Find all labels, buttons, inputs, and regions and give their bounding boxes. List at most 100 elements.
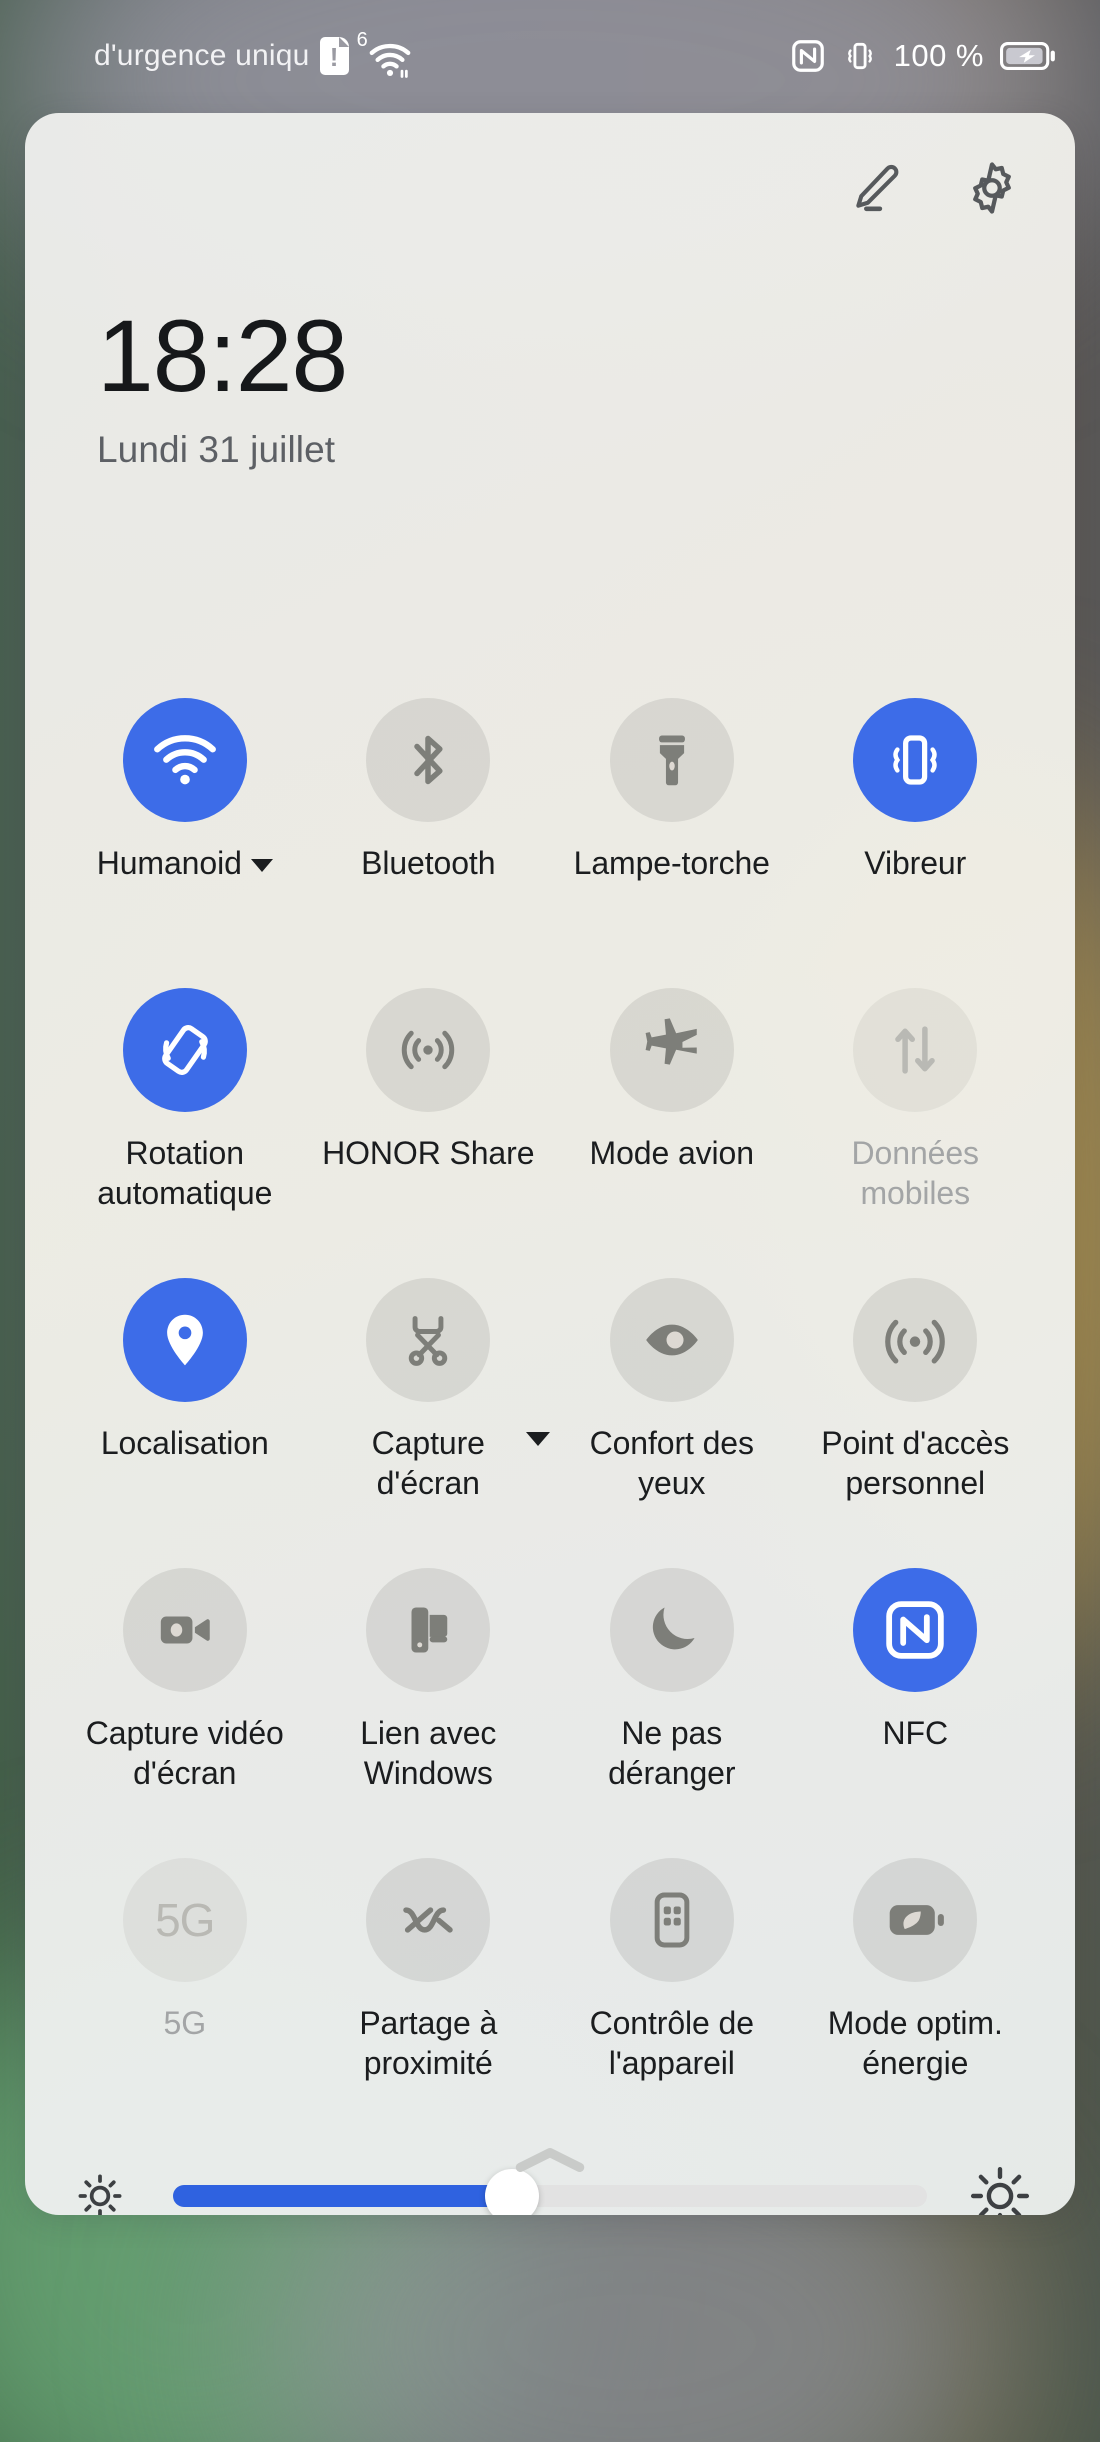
tile-eye-comfort[interactable]: Confort des yeux xyxy=(526,1278,794,1568)
location-pin-icon xyxy=(152,1307,218,1373)
tile-label-honor-share: HONOR Share xyxy=(322,1135,535,1171)
tile-screen-recorder[interactable]: Capture vidéo d'écran xyxy=(63,1568,307,1858)
video-camera-icon xyxy=(152,1597,218,1663)
brightness-low-icon xyxy=(65,2171,135,2215)
tile-label-bluetooth: Bluetooth xyxy=(361,845,496,881)
flashlight-icon xyxy=(639,727,705,793)
tile-circle-vibrate xyxy=(853,698,978,822)
tile-device-control[interactable]: Contrôle de l'appareil xyxy=(550,1858,794,2148)
tile-circle-hotspot xyxy=(853,1278,978,1402)
tile-nearby-share[interactable]: Partage à proximité xyxy=(307,1858,551,2148)
tile-label-hotspot: Point d'accès personnel xyxy=(821,1425,1010,1501)
tile-hotspot[interactable]: Point d'accès personnel xyxy=(794,1278,1038,1568)
nfc-icon xyxy=(882,1597,948,1663)
tile-circle-bluetooth xyxy=(366,698,491,822)
tile-link-to-windows[interactable]: Lien avec Windows xyxy=(307,1568,551,1858)
tile-power-saving[interactable]: Mode optim. énergie xyxy=(794,1858,1038,2148)
quick-settings-tiles-grid: Humanoid Bluetooth Lampe-torche Vibreur Rota… xyxy=(63,698,1037,2148)
tile-circle-screenshot xyxy=(366,1278,491,1402)
gear-icon[interactable] xyxy=(961,157,1023,219)
tile-flashlight[interactable]: Lampe-torche xyxy=(550,698,794,988)
tile-circle-do-not-disturb xyxy=(609,1568,734,1692)
vibrate-icon xyxy=(842,38,878,74)
chevron-down-icon[interactable] xyxy=(526,1432,550,1446)
wifi-6-icon: 6 xyxy=(357,30,410,78)
tile-vibrate[interactable]: Vibreur xyxy=(794,698,1038,988)
nfc-icon xyxy=(790,38,826,74)
mobile-data-icon xyxy=(882,1017,948,1083)
tile-airplane-mode[interactable]: Mode avion xyxy=(550,988,794,1278)
status-bar-left: d'urgence uniqu 6 xyxy=(44,30,410,78)
tile-circle-power-saving xyxy=(853,1858,978,1982)
tile-honor-share[interactable]: HONOR Share xyxy=(307,988,551,1278)
status-bar-right: 100 % xyxy=(790,38,1056,74)
sim-alert-icon xyxy=(319,37,349,75)
panel-header xyxy=(845,157,1023,219)
tile-label-flashlight: Lampe-torche xyxy=(573,845,770,881)
tile-circle-screen-recorder xyxy=(122,1568,247,1692)
quick-settings-panel: 18:28 Lundi 31 juillet Humanoid Bluetooth… xyxy=(25,113,1075,2215)
5g-text-icon: 5G xyxy=(155,1894,215,1946)
tile-circle-airplane-mode xyxy=(609,988,734,1112)
tile-label-location: Localisation xyxy=(100,1425,269,1461)
device-control-icon xyxy=(639,1887,705,1953)
tile-circle-mobile-data xyxy=(853,988,978,1112)
bluetooth-icon xyxy=(395,727,461,793)
eye-icon xyxy=(639,1307,705,1373)
tile-label-nearby-share: Partage à proximité xyxy=(359,2005,498,2081)
tile-label-screenshot: Capture d'écran xyxy=(371,1425,485,1501)
chevron-down-icon[interactable] xyxy=(250,859,273,873)
honor-share-icon xyxy=(395,1017,461,1083)
tile-label-eye-comfort: Confort des yeux xyxy=(589,1425,754,1501)
tile-label-5g: 5G xyxy=(163,2005,207,2041)
hotspot-icon xyxy=(882,1307,948,1373)
clock-time: 18:28 xyxy=(97,299,348,413)
tile-screenshot[interactable]: Capture d'écran xyxy=(307,1278,551,1568)
tile-label-nfc: NFC xyxy=(882,1715,949,1751)
scissors-icon xyxy=(395,1307,461,1373)
tile-label-device-control: Contrôle de l'appareil xyxy=(589,2005,754,2081)
tile-circle-flashlight xyxy=(609,698,734,822)
tile-auto-rotate[interactable]: Rotation automatique xyxy=(63,988,307,1278)
auto-rotate-icon xyxy=(152,1017,218,1083)
tile-mobile-data[interactable]: Données mobiles xyxy=(794,988,1038,1278)
chevron-up-icon[interactable] xyxy=(25,2143,1075,2177)
tile-label-vibrate: Vibreur xyxy=(864,845,967,881)
airplane-icon xyxy=(639,1017,705,1083)
wifi-icon xyxy=(152,727,218,793)
tile-circle-honor-share xyxy=(366,988,491,1112)
pencil-edit-icon[interactable] xyxy=(845,157,907,219)
tile-label-airplane-mode: Mode avion xyxy=(589,1135,755,1171)
status-bar: d'urgence uniqu 6 xyxy=(0,0,1100,112)
battery-percent-label: 100 % xyxy=(893,38,984,73)
tile-circle-device-control xyxy=(609,1858,734,1982)
tile-nfc[interactable]: NFC xyxy=(794,1568,1038,1858)
clock-block: 18:28 Lundi 31 juillet xyxy=(97,299,348,471)
leaf-battery-icon xyxy=(882,1887,948,1953)
tile-do-not-disturb[interactable]: Ne pas déranger xyxy=(550,1568,794,1858)
tile-label-screen-recorder: Capture vidéo d'écran xyxy=(85,1715,284,1791)
tile-circle-5g: 5G xyxy=(122,1858,247,1982)
tile-circle-link-to-windows xyxy=(366,1568,491,1692)
tile-circle-auto-rotate xyxy=(122,988,247,1112)
tile-5g[interactable]: 5G 5G xyxy=(63,1858,307,2148)
battery-charging-icon xyxy=(1000,41,1056,71)
clock-date: Lundi 31 juillet xyxy=(97,429,336,470)
tile-location[interactable]: Localisation xyxy=(63,1278,307,1568)
tile-circle-nearby-share xyxy=(366,1858,491,1982)
nearby-share-icon xyxy=(395,1887,461,1953)
carrier-label: d'urgence uniqu xyxy=(94,39,310,72)
tile-wifi[interactable]: Humanoid xyxy=(63,698,307,988)
link-windows-icon xyxy=(395,1597,461,1663)
tile-label-auto-rotate: Rotation automatique xyxy=(97,1135,273,1211)
brightness-slider-fill xyxy=(173,2185,513,2207)
tile-bluetooth[interactable]: Bluetooth xyxy=(307,698,551,988)
vibrate-icon xyxy=(882,727,948,793)
moon-icon xyxy=(639,1597,705,1663)
tile-label-link-to-windows: Lien avec Windows xyxy=(360,1715,497,1791)
tile-label-mobile-data: Données mobiles xyxy=(851,1135,980,1211)
brightness-slider[interactable] xyxy=(173,2169,927,2215)
tile-label-do-not-disturb: Ne pas déranger xyxy=(608,1715,736,1791)
tile-circle-nfc xyxy=(853,1568,978,1692)
tile-label-wifi: Humanoid xyxy=(97,844,273,884)
